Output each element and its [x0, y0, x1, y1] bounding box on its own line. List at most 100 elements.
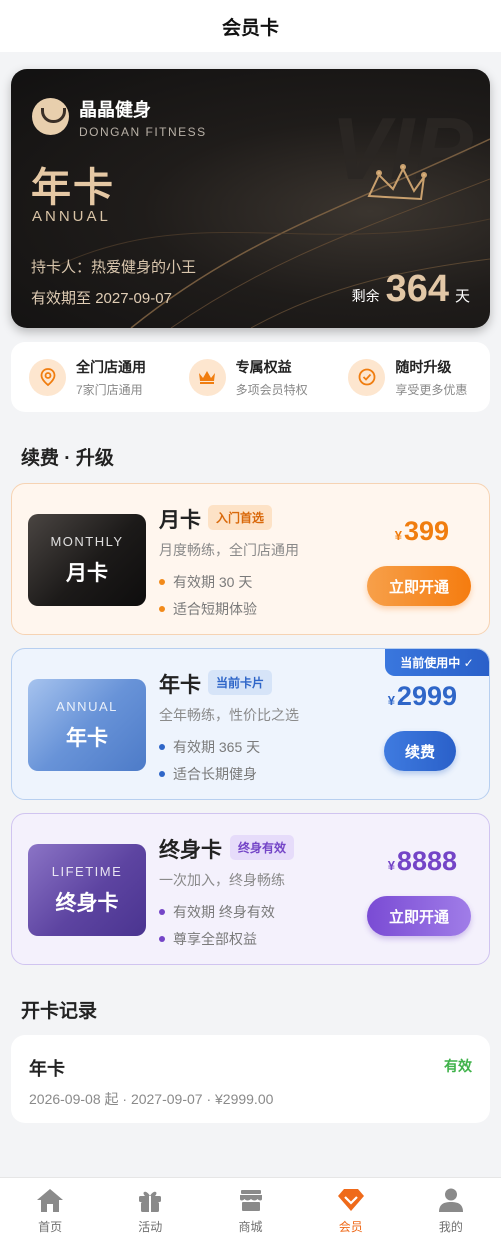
benefits-bar: 全门店通用 7家门店通用 专属权益 多项会员特权 随时升级 享受更多优惠 [11, 342, 490, 412]
tab-store[interactable]: 商城 [200, 1178, 300, 1241]
plan-feature-text: 有效期 终身有效 [173, 904, 275, 920]
location-pin-icon [29, 358, 66, 396]
tab-label: 活动 [138, 1219, 163, 1234]
plan-thumb-zh: 月卡 [66, 561, 108, 585]
plan-thumb-zh: 终身卡 [55, 891, 119, 915]
benefit-title: 随时升级 [395, 358, 452, 375]
bullet-dot-icon [159, 936, 165, 942]
plan-feature-text: 有效期 365 天 [173, 739, 261, 755]
plan-description: 一次加入，终身畅练 [159, 872, 285, 888]
renew-button[interactable]: 续费 [384, 731, 456, 771]
bottom-tab-bar: 首页 活动 商城 会员 我的 [0, 1177, 501, 1241]
price-currency: ¥ [394, 528, 402, 543]
plan-name: 月卡 [159, 509, 201, 532]
plan-thumb-zh: 年卡 [66, 726, 108, 750]
tab-activity[interactable]: 活动 [100, 1178, 200, 1241]
tab-label: 会员 [338, 1219, 363, 1234]
plan-thumbnail: MONTHLY 月卡 [28, 514, 146, 606]
bullet-dot-icon [159, 909, 165, 915]
price-amount: 399 [403, 516, 449, 546]
plan-thumb-en: MONTHLY [50, 533, 124, 549]
plan-price: ¥ 2999 [388, 681, 457, 712]
current-in-use-badge: 当前使用中 ✓ [385, 649, 489, 676]
plan-feature: 有效期 终身有效 [159, 902, 275, 922]
tab-label: 我的 [438, 1219, 463, 1234]
user-icon [436, 1185, 466, 1215]
crown-icon [188, 358, 226, 396]
section-title-records: 开卡记录 [21, 1001, 98, 1022]
price-amount: 2999 [396, 681, 457, 711]
bullet-dot-icon [159, 579, 165, 585]
plan-feature: 有效期 365 天 [159, 737, 260, 757]
gift-icon [135, 1185, 165, 1215]
open-monthly-button[interactable]: 立即开通 [367, 566, 471, 606]
record-status-badge: 有效 [444, 1058, 472, 1074]
plan-thumb-en: ANNUAL [56, 698, 118, 714]
price-currency: ¥ [387, 693, 395, 708]
expire-text: 有效期至 2027-09-07 [31, 287, 172, 308]
price-amount: 8888 [396, 846, 457, 876]
brand-name-en: DONGAN FITNESS [79, 125, 207, 139]
plan-name: 终身卡 [159, 839, 222, 862]
benefit-subtitle: 7家门店通用 [76, 382, 143, 397]
brand-name: 晶晶健身 [79, 100, 151, 120]
plan-tag: 入门首选 [208, 505, 273, 530]
card-type: 年卡 [31, 166, 115, 210]
open-lifetime-button[interactable]: 立即开通 [367, 896, 471, 936]
card-holder: 持卡人：热爱健身的小王 [31, 259, 197, 276]
page-title: 会员卡 [221, 17, 279, 39]
plan-price: ¥ 399 [395, 516, 449, 547]
plan-description: 月度畅练，全门店通用 [159, 542, 299, 558]
plan-card-lifetime[interactable]: LIFETIME 终身卡 终身卡 终身有效 一次加入，终身畅练 有效期 终身有效… [11, 813, 490, 965]
plan-feature: 有效期 30 天 [159, 572, 252, 592]
expire-label: 有效期至 [31, 290, 92, 307]
card-type-en: ANNUAL [32, 208, 111, 225]
remaining-label: 剩余 [351, 288, 380, 304]
top-bar: 会员卡 [0, 0, 501, 52]
plan-price: ¥ 8888 [388, 846, 457, 877]
remaining-days-value: 364 [385, 268, 449, 310]
plan-tag: 当前卡片 [208, 670, 273, 695]
tab-member[interactable]: 会员 [301, 1178, 401, 1241]
brand-logo-icon [32, 98, 69, 135]
plan-feature-text: 适合短期体验 [173, 601, 257, 617]
plan-feature: 适合长期健身 [159, 764, 257, 784]
store-icon [236, 1185, 266, 1215]
plan-thumbnail: LIFETIME 终身卡 [28, 844, 146, 936]
tab-home[interactable]: 首页 [0, 1178, 100, 1241]
tab-label: 首页 [38, 1219, 63, 1234]
tab-mine[interactable]: 我的 [401, 1178, 501, 1241]
price-currency: ¥ [387, 858, 395, 873]
benefit-all-stores[interactable]: 全门店通用 7家门店通用 [11, 357, 171, 398]
benefit-subtitle: 享受更多优惠 [395, 382, 468, 397]
membership-card[interactable]: VIP 晶晶健身 DONGAN FITNESS 年卡 ANNUAL 持卡人：热爱… [11, 69, 490, 328]
plan-feature-text: 尊享全部权益 [173, 931, 257, 947]
bullet-dot-icon [159, 771, 165, 777]
diamond-icon [336, 1185, 366, 1215]
card-record-item[interactable]: 年卡 有效 2026-09-08 起 · 2027-09-07 · ¥2999.… [11, 1035, 490, 1123]
benefit-subtitle: 多项会员特权 [235, 382, 308, 397]
plan-tag: 终身有效 [230, 835, 295, 860]
record-meta: 2026-09-08 起 · 2027-09-07 · ¥2999.00 [29, 1091, 274, 1107]
benefit-title: 专属权益 [235, 358, 292, 375]
plan-card-monthly[interactable]: MONTHLY 月卡 月卡 入门首选 月度畅练，全门店通用 有效期 30 天 适… [11, 483, 490, 635]
section-title-renew: 续费 · 升级 [21, 448, 114, 469]
plan-feature: 尊享全部权益 [159, 929, 257, 949]
record-card-name: 年卡 [29, 1059, 65, 1079]
plan-feature-text: 有效期 30 天 [173, 574, 253, 590]
benefit-upgrade[interactable]: 随时升级 享受更多优惠 [330, 357, 490, 398]
plan-name: 年卡 [159, 674, 201, 697]
bullet-dot-icon [159, 744, 165, 750]
benefit-title: 全门店通用 [76, 358, 146, 375]
plan-feature-text: 适合长期健身 [173, 766, 257, 782]
home-icon [35, 1185, 65, 1215]
vip-watermark: VIP [331, 99, 473, 198]
check-circle-icon [348, 358, 386, 396]
remaining-days: 剩余 364 天 [352, 268, 470, 311]
plan-card-annual[interactable]: 当前使用中 ✓ ANNUAL 年卡 年卡 当前卡片 全年畅练，性价比之选 有效期… [11, 648, 490, 800]
benefit-exclusive[interactable]: 专属权益 多项会员特权 [171, 357, 331, 398]
tab-label: 商城 [238, 1219, 263, 1234]
remaining-unit: 天 [454, 288, 470, 305]
plan-thumb-en: LIFETIME [51, 863, 123, 879]
expire-date: 2027-09-07 [95, 290, 172, 307]
